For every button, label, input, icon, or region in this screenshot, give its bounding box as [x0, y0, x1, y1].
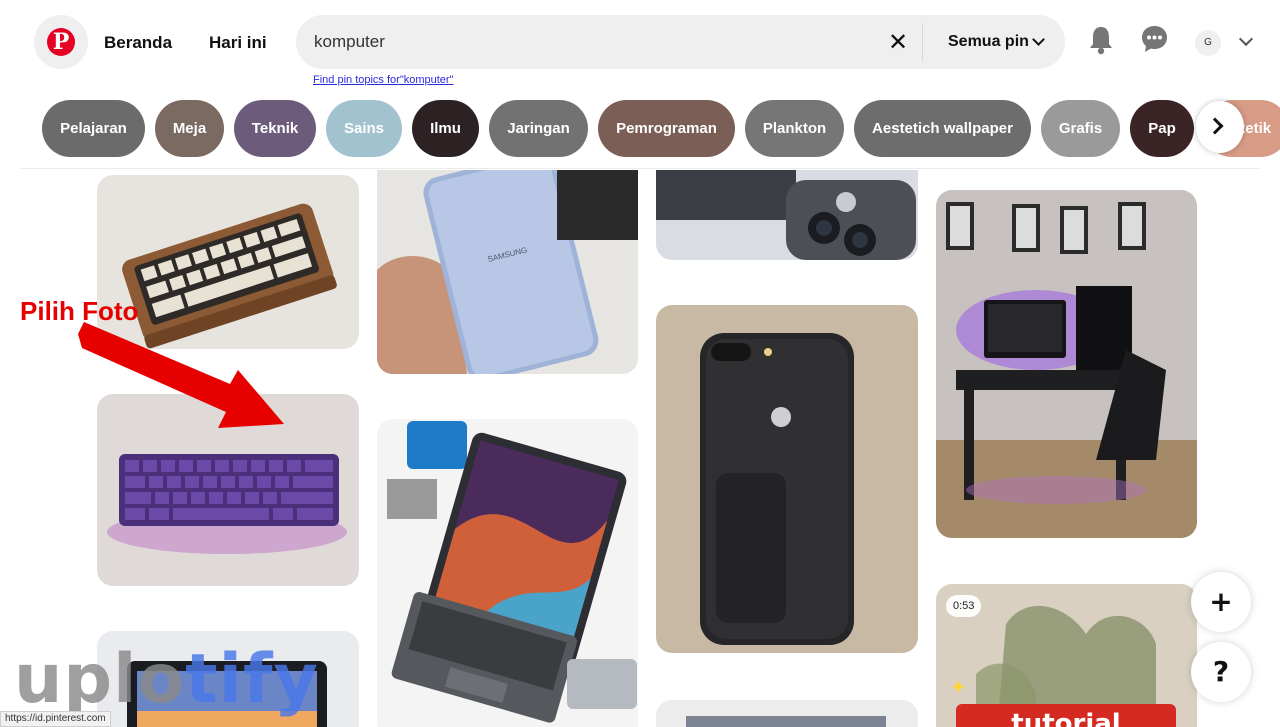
- search-chip[interactable]: Pemrograman: [598, 100, 735, 157]
- top-navigation-bar: P Beranda Hari ini ✕ Semua pin G: [0, 0, 1280, 88]
- account-chevron-down-icon[interactable]: [1238, 31, 1254, 47]
- pin-bottom-partial[interactable]: [656, 700, 918, 727]
- nav-home-link[interactable]: Beranda: [104, 33, 172, 53]
- search-chip[interactable]: Sains: [326, 100, 402, 157]
- status-bar-url: https://id.pinterest.com: [0, 711, 111, 727]
- related-search-chips: Pelajaran Meja Teknik Sains Ilmu Jaringan Pemr…: [0, 88, 1280, 170]
- nav-today-link[interactable]: Hari ini: [209, 33, 267, 53]
- watermark-logo: uplotify: [14, 640, 319, 719]
- search-chip[interactable]: Grafis: [1041, 100, 1120, 157]
- search-bar: ✕ Semua pin: [296, 15, 1065, 69]
- search-chip[interactable]: Meja: [155, 100, 224, 157]
- annotation-arrow-icon: [78, 322, 284, 428]
- pin-gaming-desk[interactable]: [936, 190, 1197, 538]
- chevron-down-icon[interactable]: [1032, 33, 1045, 46]
- pinterest-logo-icon[interactable]: P: [34, 15, 88, 69]
- bell-icon[interactable]: [1088, 25, 1114, 55]
- search-chip[interactable]: Jaringan: [489, 100, 588, 157]
- search-chip[interactable]: Aestetich wallpaper: [854, 100, 1031, 157]
- chat-icon[interactable]: [1141, 25, 1168, 53]
- pin-filter-dropdown[interactable]: Semua pin: [948, 33, 1029, 51]
- add-pin-button[interactable]: +: [1191, 572, 1251, 632]
- chip-row: Pelajaran Meja Teknik Sains Ilmu Jaringan Pemr…: [42, 100, 1280, 158]
- search-chip[interactable]: Pelajaran: [42, 100, 145, 157]
- help-button[interactable]: ?: [1191, 642, 1251, 702]
- pin-topics-hint-link[interactable]: Find pin topics for"komputer": [313, 74, 453, 86]
- chip-strip-divider: [20, 168, 1260, 169]
- svg-text:✦: ✦: [950, 675, 967, 699]
- pin-ipad-setup[interactable]: [377, 419, 638, 727]
- search-chip[interactable]: Plankton: [745, 100, 844, 157]
- avatar[interactable]: G: [1195, 30, 1221, 56]
- video-duration-badge: 0:53: [946, 595, 982, 617]
- pin-iphone-black[interactable]: [656, 305, 918, 653]
- pin-samsung-phone[interactable]: SAMSUNG: [377, 150, 638, 374]
- close-icon[interactable]: ✕: [886, 29, 910, 55]
- video-title-text: tutorial: [1011, 709, 1120, 727]
- chevron-right-icon[interactable]: [1196, 101, 1244, 153]
- search-chip[interactable]: Teknik: [234, 100, 316, 157]
- search-chip[interactable]: Pap: [1130, 100, 1194, 157]
- search-chip[interactable]: Ilmu: [412, 100, 479, 157]
- search-input[interactable]: [314, 27, 874, 57]
- search-divider: [922, 23, 923, 61]
